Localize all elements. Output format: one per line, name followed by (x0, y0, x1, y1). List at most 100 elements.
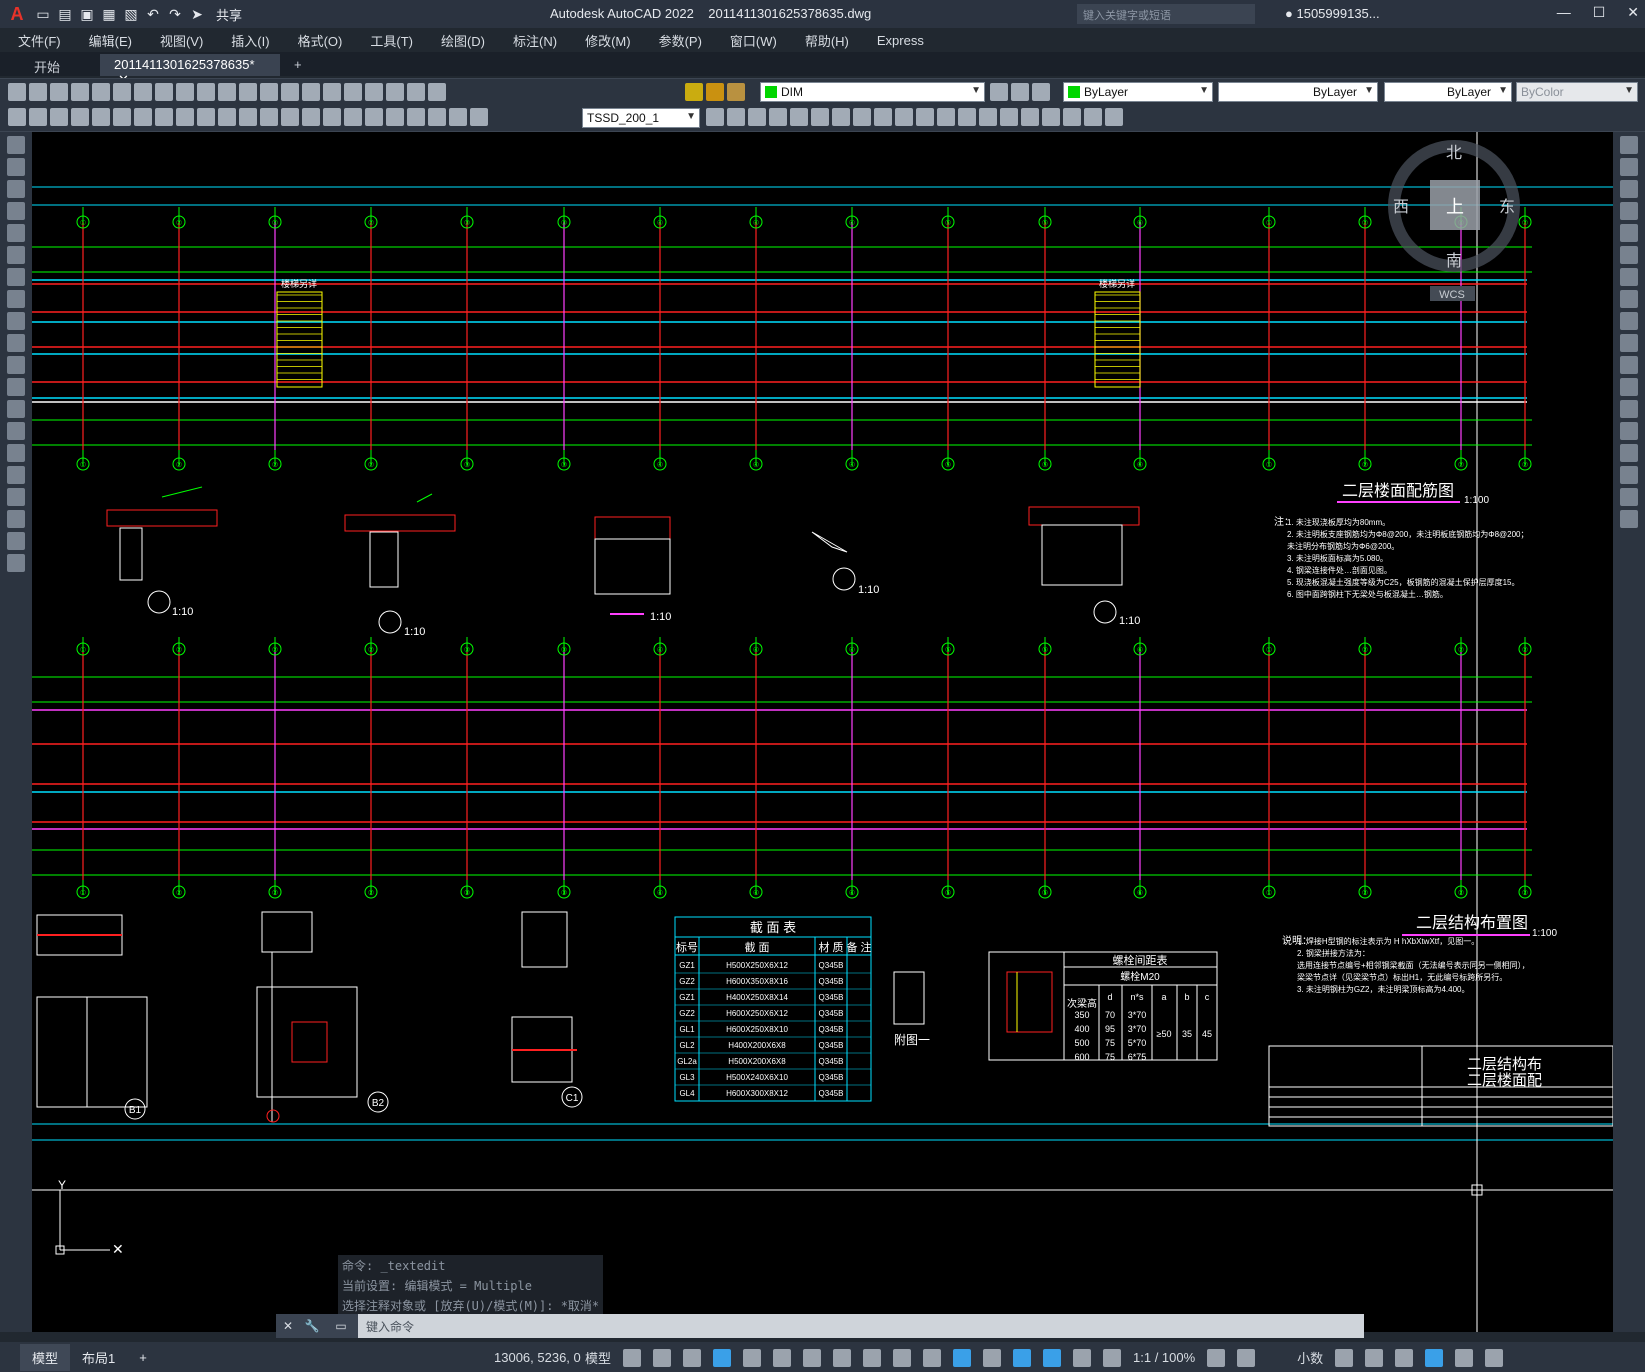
dim-edit-icon[interactable] (428, 108, 446, 126)
tool-icon[interactable] (29, 108, 47, 126)
join-icon[interactable] (1620, 422, 1638, 440)
zoom-window-icon[interactable] (302, 83, 320, 101)
erase-icon[interactable] (1620, 136, 1638, 154)
arc-length-icon[interactable] (113, 108, 131, 126)
redo-icon-2[interactable] (239, 83, 257, 101)
menu-file[interactable]: 文件(F) (18, 31, 61, 50)
otrack-icon[interactable] (803, 1348, 822, 1367)
zoom-icon[interactable] (281, 83, 299, 101)
units-label[interactable]: 小数 (1297, 1348, 1323, 1367)
tool-icon[interactable] (958, 108, 976, 126)
command-prompt-icon[interactable]: ▭ (324, 1314, 358, 1338)
break-icon[interactable] (323, 108, 341, 126)
transparency-icon[interactable] (893, 1348, 912, 1367)
cut-icon[interactable] (134, 83, 152, 101)
model-space-label[interactable]: 模型 (585, 1348, 611, 1367)
tool-icon[interactable] (874, 108, 892, 126)
tool-icon[interactable] (832, 108, 850, 126)
drawing-svg[interactable]: 楼梯另详 楼梯另详 ① ② ② ② ③ ③ ④ ④ ④ ⑤ ⑤ ⑥ ① ② ② ② ① ② ② ② ③ ③ ④ ④ ④ ⑤ ⑤ ⑥ ① ② ②… (32, 132, 1613, 1332)
properties-icon[interactable] (323, 83, 341, 101)
tool-icon[interactable] (1105, 108, 1123, 126)
rotate-icon[interactable] (1620, 268, 1638, 286)
menu-parametric[interactable]: 参数(P) (659, 31, 702, 50)
calculator-icon[interactable] (386, 83, 404, 101)
pan-icon[interactable] (260, 83, 278, 101)
tool-icon[interactable] (979, 108, 997, 126)
copy-object-icon[interactable] (1620, 158, 1638, 176)
menu-modify[interactable]: 修改(M) (585, 31, 631, 50)
layer-previous-icon[interactable] (1011, 83, 1029, 101)
color-dropdown[interactable]: ByLayer ▼ (1063, 82, 1213, 102)
extend-icon[interactable] (1620, 356, 1638, 374)
undo-icon-2[interactable] (218, 83, 236, 101)
menu-help[interactable]: 帮助(H) (805, 31, 849, 50)
tool-icon[interactable] (748, 108, 766, 126)
quick-properties-icon[interactable] (1335, 1348, 1354, 1367)
aligned-dim-icon[interactable] (92, 108, 110, 126)
make-block-icon[interactable] (7, 400, 25, 418)
tool-icon[interactable] (1021, 108, 1039, 126)
spline-icon[interactable] (7, 312, 25, 330)
polar-icon[interactable] (743, 1348, 762, 1367)
open-file-icon[interactable]: ▤ (56, 5, 74, 23)
selection-cycling-icon[interactable] (923, 1348, 942, 1367)
mtext-icon[interactable] (7, 532, 25, 550)
minimize-icon[interactable]: — (1557, 4, 1571, 21)
sun-icon[interactable] (706, 83, 724, 101)
maximize-icon[interactable]: ☐ (1593, 4, 1606, 21)
center-mark-icon[interactable] (365, 108, 383, 126)
drawing-canvas[interactable]: 楼梯另详 楼梯另详 ① ② ② ② ③ ③ ④ ④ ④ ⑤ ⑤ ⑥ ① ② ② ② ① ② ② ② ③ ③ ④ ④ ④ ⑤ ⑤ ⑥ ① ② ②… (32, 132, 1613, 1332)
radius-icon[interactable] (155, 108, 173, 126)
menu-edit[interactable]: 编辑(E) (89, 31, 132, 50)
viewcube[interactable]: 上 北 南 东 西 WCS (1388, 140, 1520, 301)
plot-icon[interactable]: ▧ (122, 5, 140, 23)
move-icon[interactable] (1620, 246, 1638, 264)
close-icon[interactable]: ✕ (1627, 4, 1639, 21)
linear-dim-icon[interactable] (71, 108, 89, 126)
tab-drawing[interactable]: 20114113016253786​35* ✕ (100, 54, 280, 87)
layer-dropdown[interactable]: DIM ▼ (760, 82, 985, 102)
help-icon[interactable] (407, 83, 425, 101)
make-current-icon[interactable] (990, 83, 1008, 101)
new-file-icon[interactable]: ▭ (34, 5, 52, 23)
redo-icon[interactable]: ↷ (166, 5, 184, 23)
ellipse-icon[interactable] (7, 334, 25, 352)
menu-window[interactable]: 窗口(W) (730, 31, 777, 50)
print-icon[interactable] (71, 83, 89, 101)
array-icon[interactable] (1620, 224, 1638, 242)
dimstyle-dropdown[interactable]: TSSD_200_1 ▼ (582, 108, 700, 128)
share-icon[interactable]: ➤ (188, 5, 206, 23)
linetype-dropdown[interactable]: ByLayer ▼ (1218, 82, 1378, 102)
lineweight-icon[interactable] (863, 1348, 882, 1367)
text-edit-icon[interactable] (449, 108, 467, 126)
insert-block-icon[interactable] (7, 378, 25, 396)
quick-dim-icon[interactable] (239, 108, 257, 126)
stretch-icon[interactable] (1620, 312, 1638, 330)
selection-filter-icon[interactable] (1013, 1348, 1032, 1367)
tab-layout1[interactable]: 布局1 (70, 1344, 127, 1371)
app-logo[interactable]: A (0, 0, 34, 28)
copy-icon[interactable] (155, 83, 173, 101)
menu-insert[interactable]: 插入(I) (231, 31, 269, 50)
workspace-gear-icon[interactable] (1207, 1348, 1226, 1367)
customize-icon[interactable]: 🔧 (300, 1314, 324, 1338)
matchprop-icon[interactable] (197, 83, 215, 101)
arc-icon[interactable] (7, 246, 25, 264)
lock-icon[interactable] (727, 83, 745, 101)
annotation-monitor-icon[interactable] (1237, 1348, 1256, 1367)
search-input[interactable]: 键入关键字或短语 (1077, 4, 1255, 24)
explode-icon[interactable] (1620, 510, 1638, 528)
tool-icon[interactable] (853, 108, 871, 126)
customization-icon[interactable] (1485, 1348, 1504, 1367)
line-icon[interactable] (7, 136, 25, 154)
design-center-icon[interactable] (344, 83, 362, 101)
tool-icon[interactable] (916, 108, 934, 126)
fillet-icon[interactable] (1620, 466, 1638, 484)
lock-ui-icon[interactable] (1365, 1348, 1384, 1367)
tool-icon[interactable] (8, 108, 26, 126)
table-icon[interactable] (7, 510, 25, 528)
polyline-icon[interactable] (7, 180, 25, 198)
update-icon[interactable] (470, 108, 488, 126)
autoscale-icon[interactable] (1103, 1348, 1122, 1367)
inspect-icon[interactable] (386, 108, 404, 126)
